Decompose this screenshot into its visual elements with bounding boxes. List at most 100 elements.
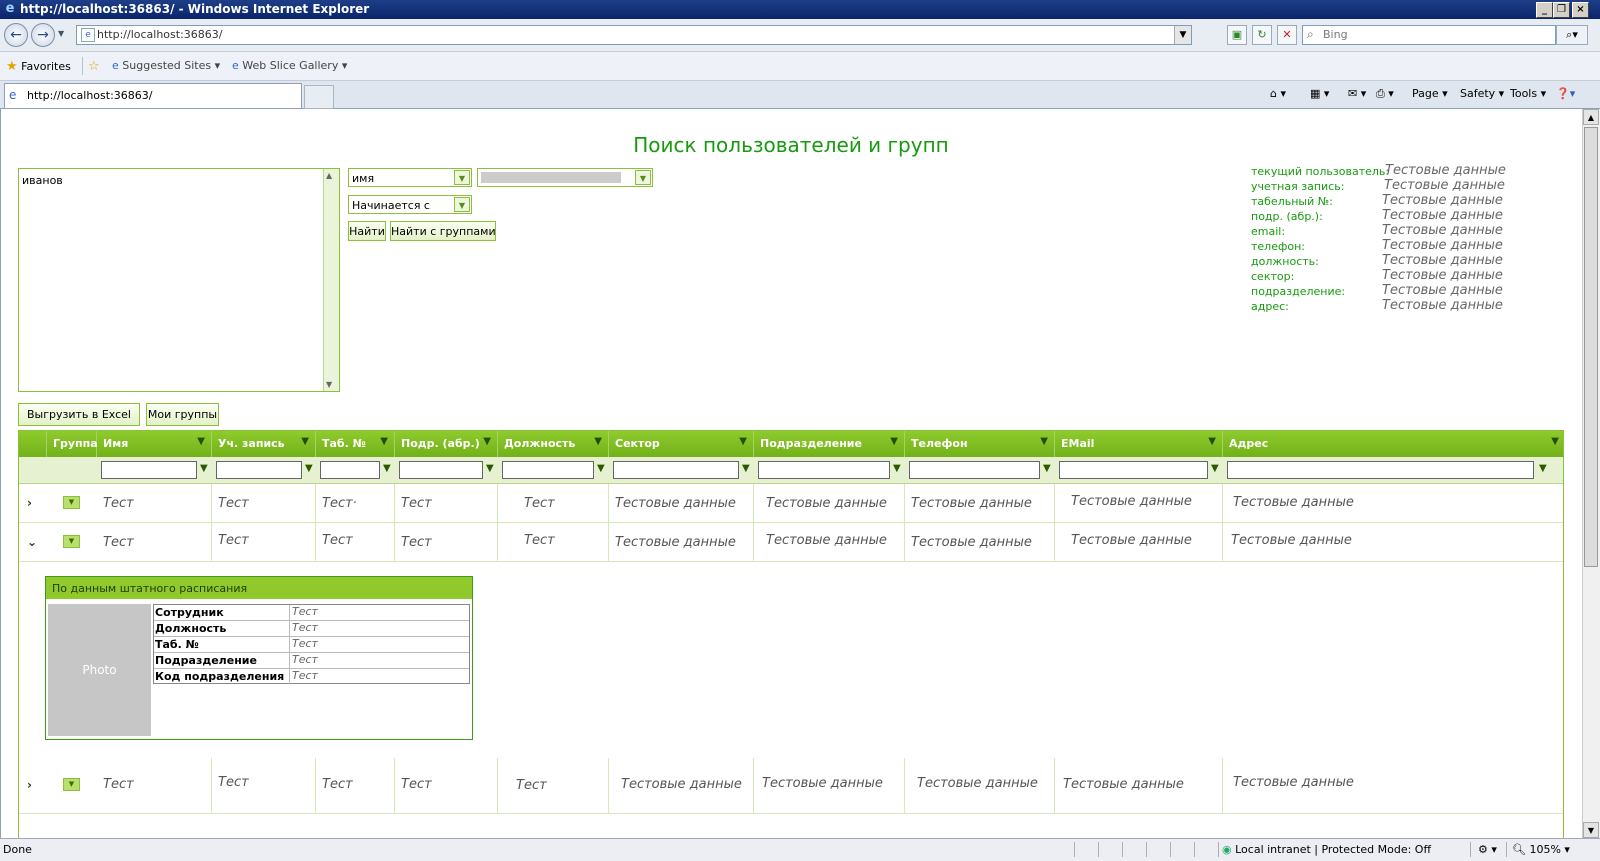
address-dropdown-icon[interactable]: ▼ [1174,26,1191,44]
column-header-dept-abbr[interactable]: Подр. (абр.) ▼ [395,431,498,457]
chevron-down-icon[interactable]: ▼ [635,170,651,185]
column-header-department[interactable]: Подразделение ▼ [754,431,905,457]
suggested-sites-link[interactable]: e Suggested Sites ▾ [112,59,220,72]
filter-email-input[interactable] [1059,461,1208,479]
protected-mode-icon[interactable]: ⚙ ▾ [1478,843,1497,856]
search-button[interactable]: ⌕▾ [1556,25,1588,45]
help-icon[interactable]: ❓▾ [1556,87,1575,100]
filter-icon[interactable]: ▼ [1208,436,1216,447]
add-favorites-icon[interactable]: ☆ [88,59,100,74]
textarea-scrollbar[interactable]: ▲ ▼ [323,169,339,391]
back-icon[interactable]: ← [4,23,28,47]
scroll-up-icon[interactable]: ▲ [1583,109,1599,125]
table-row[interactable]: › ▼ Тест Тест Тест· Тест Тест Тестовые д… [19,484,1563,523]
filter-account-input[interactable] [216,461,302,479]
find-button[interactable]: Найти [348,221,386,241]
column-header-position[interactable]: Должность ▼ [498,431,609,457]
header-expand [19,431,47,457]
scroll-down-icon[interactable]: ▼ [1583,822,1599,838]
search-textarea[interactable]: иванов ▲ ▼ [18,168,340,392]
filter-icon[interactable]: ▼ [597,463,605,474]
filter-icon[interactable]: ▼ [305,463,313,474]
filter-icon[interactable]: ▼ [486,463,494,474]
filter-department-input[interactable] [758,461,890,479]
mail-icon[interactable]: ✉ ▾ [1348,87,1366,100]
expand-row-icon[interactable]: › [27,496,32,510]
new-tab-button[interactable] [304,85,334,109]
column-header-name[interactable]: Имя ▼ [97,431,212,457]
home-icon[interactable]: ⌂ ▾ [1270,87,1286,100]
filter-icon[interactable]: ▼ [1551,436,1559,447]
filter-icon[interactable]: ▼ [1040,436,1048,447]
filter-icon[interactable]: ▼ [483,436,491,447]
print-icon[interactable]: ⎙ ▾ [1376,87,1394,101]
filter-icon[interactable]: ▼ [197,436,205,447]
column-header-email[interactable]: EMail ▼ [1055,431,1223,457]
refresh-icon[interactable]: ↻ [1252,25,1272,45]
filter-icon[interactable]: ▼ [1043,463,1051,474]
column-header-phone[interactable]: Телефон ▼ [905,431,1055,457]
scroll-down-icon[interactable]: ▼ [326,380,332,389]
chevron-down-icon[interactable]: ▼ [454,197,470,212]
page-menu[interactable]: Page ▾ [1412,87,1448,100]
tools-menu[interactable]: Tools ▾ [1510,87,1546,100]
address-bar[interactable]: e http://localhost:36863/ ▼ [76,25,1192,45]
filter-icon[interactable]: ▼ [380,436,388,447]
column-header-address[interactable]: Адрес ▼ [1223,431,1563,457]
forward-icon[interactable]: → [31,23,55,47]
group-toggle-icon[interactable]: ▼ [63,778,80,791]
filter-icon[interactable]: ▼ [742,463,750,474]
compatibility-icon[interactable]: ▣ [1227,25,1247,45]
group-toggle-icon[interactable]: ▼ [63,496,80,509]
restore-icon[interactable]: ❐ [1553,2,1570,18]
find-with-groups-button[interactable]: Найти с группами [390,221,496,241]
collapse-row-icon[interactable]: ⌄ [27,535,37,549]
group-select[interactable]: ▼ [477,168,653,187]
tab-current[interactable]: e http://localhost:36863/ [4,83,302,108]
filter-icon[interactable]: ▼ [594,436,602,447]
group-toggle-icon[interactable]: ▼ [63,535,80,548]
export-excel-button[interactable]: Выгрузить в Excel [18,403,140,426]
safety-menu[interactable]: Safety ▾ [1460,87,1504,100]
filter-sector-input[interactable] [613,461,739,479]
search-input[interactable]: ⌕ Bing [1302,25,1556,45]
filter-icon[interactable]: ▼ [1211,463,1219,474]
web-slice-gallery-link[interactable]: e Web Slice Gallery ▾ [232,59,347,72]
filter-address-input[interactable] [1227,461,1534,479]
filter-icon[interactable]: ▼ [1539,463,1547,474]
filter-icon[interactable]: ▼ [893,463,901,474]
filter-dept-abbr-input[interactable] [399,461,483,479]
my-groups-button[interactable]: Мои группы [146,403,219,426]
filter-icon[interactable]: ▼ [200,463,208,474]
scroll-up-icon[interactable]: ▲ [326,171,332,180]
page-scrollbar[interactable]: ▲ ▼ [1582,109,1600,838]
scrollbar-thumb[interactable] [1584,127,1598,567]
column-header-tab-no[interactable]: Таб. № ▼ [316,431,395,457]
column-header-group[interactable]: Группа [47,431,98,457]
column-header-sector[interactable]: Сектор ▼ [609,431,754,457]
filter-icon[interactable]: ▼ [890,436,898,447]
match-mode-select[interactable]: Начинается с ▼ [348,195,472,214]
close-icon[interactable]: × [1572,2,1589,18]
field-select[interactable]: имя ▼ [348,168,472,187]
security-zone[interactable]: ◉ Local intranet | Protected Mode: Off [1222,843,1431,856]
filter-icon[interactable]: ▼ [301,436,309,447]
filter-icon[interactable]: ▼ [739,436,747,447]
filter-icon[interactable]: ▼ [383,463,391,474]
minimize-icon[interactable]: _ [1536,2,1553,18]
table-row[interactable]: › ▼ Тест Тест Тест Тест Тест Тестовые да… [19,758,1563,814]
favorites-button[interactable]: ★ Favorites [6,59,71,74]
expand-row-icon[interactable]: › [27,778,32,792]
history-dropdown-icon[interactable]: ▼ [58,29,64,38]
stop-icon[interactable]: ✕ [1277,25,1297,45]
chevron-down-icon[interactable]: ▼ [454,170,470,185]
table-row[interactable]: ⌄ ▼ Тест Тест Тест Тест Тест Тестовые да… [19,523,1563,562]
cell: Тест [97,758,212,813]
zoom-level[interactable]: 🔍︎ 105% ▾ [1512,843,1570,856]
filter-phone-input[interactable] [909,461,1040,479]
filter-position-input[interactable] [502,461,594,479]
filter-name-input[interactable] [101,461,197,479]
filter-tab-no-input[interactable] [320,461,380,479]
feeds-icon[interactable]: ▦ ▾ [1310,87,1329,100]
column-header-account[interactable]: Уч. запись ▼ [212,431,316,457]
